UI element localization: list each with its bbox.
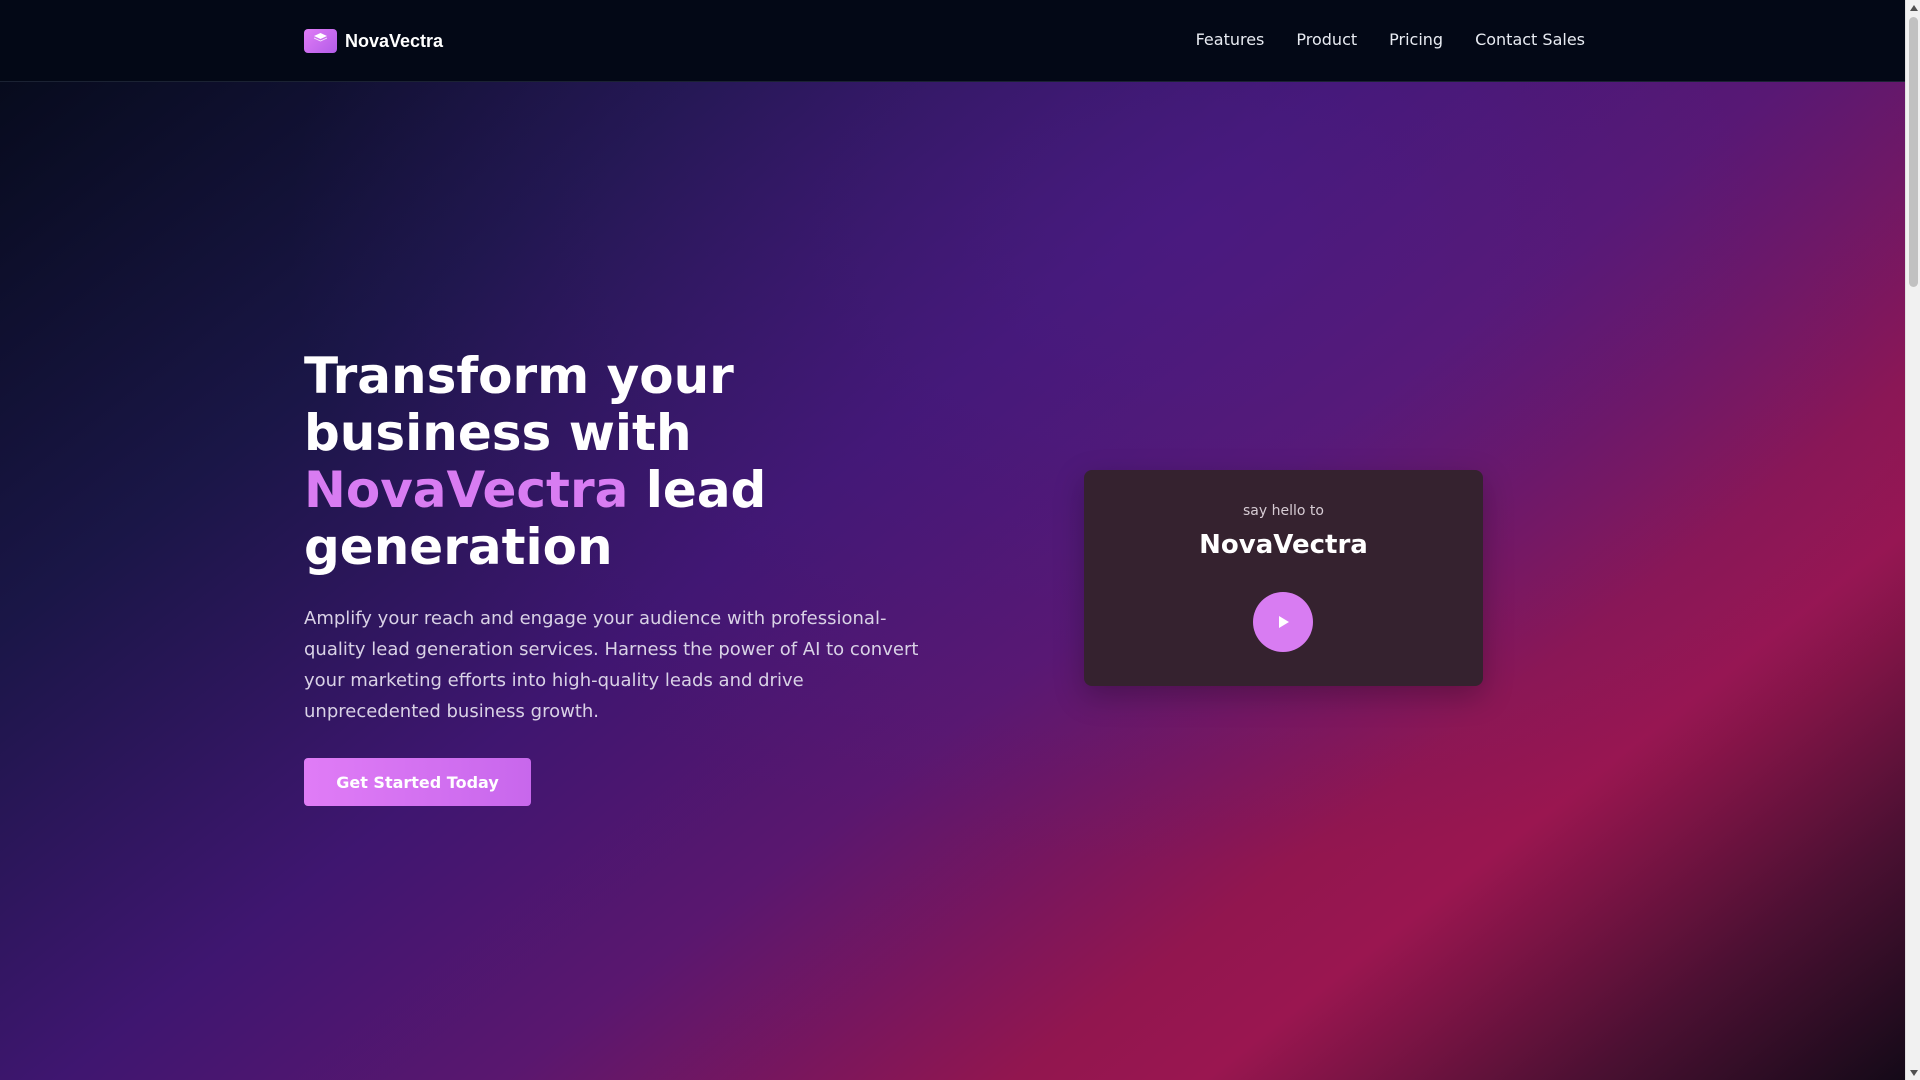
- navbar: NovaVectra Features Product Pricing Cont…: [0, 0, 1905, 82]
- hero-section: [0, 82, 1905, 1080]
- scroll-down-arrow-icon[interactable]: [1906, 1065, 1920, 1080]
- hero-description: Amplify your reach and engage your audie…: [304, 608, 919, 722]
- play-button[interactable]: [1253, 592, 1313, 652]
- vertical-scrollbar[interactable]: [1905, 0, 1920, 1080]
- scrollbar-thumb[interactable]: [1909, 17, 1918, 287]
- nav-link-contact-sales[interactable]: Contact Sales: [1475, 30, 1585, 49]
- headline-accent: NovaVectra: [304, 461, 629, 519]
- play-icon: [1279, 616, 1289, 628]
- scroll-up-arrow-icon[interactable]: [1906, 0, 1920, 15]
- nav-link-product[interactable]: Product: [1296, 30, 1357, 49]
- get-started-button[interactable]: Get Started Today: [304, 758, 531, 806]
- brand-name: NovaVectra: [345, 30, 444, 51]
- box-icon: [304, 29, 337, 53]
- hero-headline: Transform your business with NovaVectra …: [304, 348, 954, 576]
- nav-link-pricing[interactable]: Pricing: [1389, 30, 1443, 49]
- nav-link-features[interactable]: Features: [1196, 30, 1265, 49]
- video-card-kicker: say hello to: [1243, 503, 1324, 519]
- headline-part1: Transform your business with: [304, 347, 734, 462]
- page-viewport: NovaVectra Features Product Pricing Cont…: [0, 0, 1905, 1080]
- brand[interactable]: NovaVectra: [304, 28, 443, 54]
- video-card-title: NovaVectra: [1199, 530, 1368, 560]
- video-card: say hello to NovaVectra: [1084, 470, 1483, 686]
- nav-links: Features Product Pricing Contact Sales: [1196, 30, 1585, 49]
